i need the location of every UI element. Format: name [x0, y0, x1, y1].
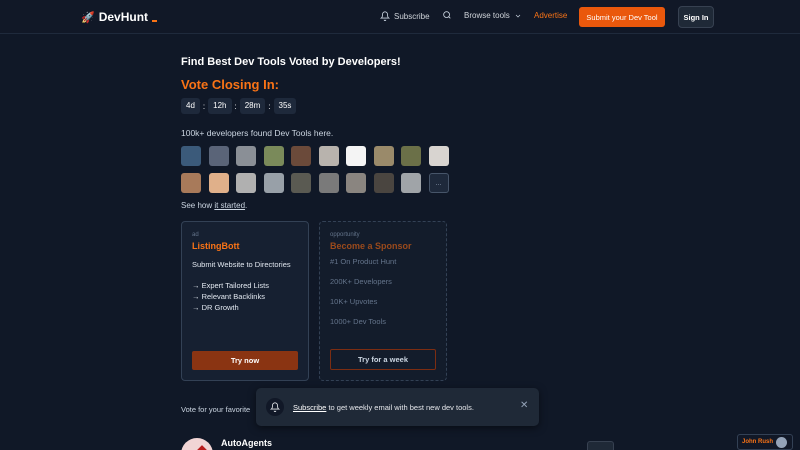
- timer-separator: :: [202, 101, 206, 111]
- toast-subscribe-link[interactable]: Subscribe: [293, 403, 326, 412]
- devhunt-logo[interactable]: 🚀 DevHunt: [81, 10, 158, 24]
- sponsor-card[interactable]: opportunity Become a Sponsor #1 On Produ…: [319, 221, 447, 381]
- search-icon[interactable]: [442, 10, 452, 23]
- avatar[interactable]: [263, 146, 284, 166]
- ad-card[interactable]: ad ListingBott Submit Website to Directo…: [181, 221, 309, 381]
- ad-description: Submit Website to Directories: [192, 260, 291, 269]
- chevron-down-icon: [515, 14, 521, 17]
- logo-text: DevHunt: [98, 10, 149, 24]
- avatar[interactable]: [291, 146, 311, 166]
- see-how-suffix: .: [245, 201, 248, 210]
- developer-avatars: ...: [181, 146, 451, 193]
- browse-tools-label: Browse tools: [464, 11, 510, 20]
- timer-hours: 12h: [208, 98, 232, 114]
- timer-seconds: 35s: [273, 98, 297, 114]
- avatar[interactable]: [291, 173, 311, 193]
- countdown-timer: 4d : 12h : 28m : 35s: [181, 98, 297, 114]
- bell-icon: [380, 11, 390, 21]
- sponsor-title: Become a Sponsor: [330, 241, 412, 251]
- browse-tools-dropdown[interactable]: Browse tools: [464, 11, 522, 20]
- subscribe-link[interactable]: Subscribe: [380, 11, 430, 21]
- sponsor-point: 10K+ Upvotes: [330, 297, 378, 306]
- avatar[interactable]: [373, 173, 394, 193]
- developers-found-text: 100k+ developers found Dev Tools here.: [181, 128, 334, 138]
- avatar[interactable]: [346, 173, 366, 193]
- sponsor-point: 200K+ Developers: [330, 277, 392, 286]
- maker-name: John Rush: [742, 439, 773, 445]
- ad-point: → DR Growth: [192, 303, 239, 312]
- avatar[interactable]: [208, 173, 229, 193]
- toast-message: Subscribe to get weekly email with best …: [293, 403, 474, 412]
- timer-separator: :: [268, 101, 271, 111]
- avatar[interactable]: [181, 173, 201, 193]
- bell-icon: [266, 398, 284, 416]
- product-row[interactable]: AutoAgents: [181, 438, 272, 450]
- page-title: Find Best Dev Tools Voted by Developers!: [181, 56, 401, 68]
- avatar[interactable]: [208, 146, 229, 166]
- avatar[interactable]: [318, 173, 339, 193]
- avatar[interactable]: [181, 146, 201, 166]
- top-navbar: 🚀 DevHunt Subscribe Browse tools Adverti…: [0, 0, 800, 34]
- avatar[interactable]: [346, 146, 366, 166]
- advertise-link[interactable]: Advertise: [534, 11, 567, 20]
- see-how-text: See how it started.: [181, 201, 247, 210]
- toast-text: to get weekly email with best new dev to…: [326, 403, 474, 412]
- close-icon[interactable]: ✕: [520, 400, 528, 411]
- subscribe-label: Subscribe: [394, 11, 430, 21]
- it-started-link[interactable]: it started: [214, 201, 245, 210]
- vote-closing-heading: Vote Closing In:: [181, 77, 279, 92]
- avatar[interactable]: [236, 173, 256, 193]
- avatar[interactable]: [401, 173, 421, 193]
- sponsor-tag: opportunity: [330, 232, 360, 238]
- sponsor-point: 1000+ Dev Tools: [330, 317, 386, 326]
- avatar[interactable]: [263, 173, 284, 193]
- ad-points: → Expert Tailored Lists → Relevant Backl…: [192, 280, 298, 313]
- timer-days: 4d: [181, 98, 200, 114]
- sponsor-point: #1 On Product Hunt: [330, 257, 397, 266]
- ad-tag: ad: [192, 232, 199, 238]
- try-for-a-week-button[interactable]: Try for a week: [330, 349, 436, 370]
- avatar[interactable]: [318, 146, 339, 166]
- upvote-button[interactable]: [587, 441, 614, 450]
- ad-point: → Relevant Backlinks: [192, 292, 265, 301]
- avatar[interactable]: [401, 146, 421, 166]
- timer-separator: :: [234, 101, 237, 111]
- product-name[interactable]: AutoAgents: [221, 438, 272, 450]
- timer-minutes: 28m: [239, 98, 266, 114]
- vote-favorite-text: Vote for your favorite: [181, 405, 251, 414]
- try-now-button[interactable]: Try now: [192, 351, 298, 370]
- maker-avatar: [776, 436, 787, 448]
- more-avatars-button[interactable]: ...: [428, 173, 449, 193]
- ad-point: → Expert Tailored Lists: [192, 281, 269, 290]
- sign-in-button[interactable]: Sign In: [678, 6, 714, 28]
- avatar[interactable]: [236, 146, 256, 166]
- subscribe-toast: Subscribe to get weekly email with best …: [256, 388, 539, 426]
- rocket-icon: 🚀: [81, 11, 95, 24]
- sponsor-points: #1 On Product Hunt 200K+ Developers 10K+…: [330, 257, 436, 326]
- ad-title[interactable]: ListingBott: [192, 241, 298, 251]
- cursor-mark: [152, 20, 158, 22]
- product-logo: [181, 438, 213, 450]
- avatar[interactable]: [373, 146, 394, 166]
- submit-tool-button[interactable]: Submit your Dev Tool: [579, 7, 665, 27]
- maker-badge[interactable]: John Rush: [737, 434, 793, 450]
- see-how-prefix: See how: [181, 201, 215, 210]
- avatar[interactable]: [428, 146, 449, 166]
